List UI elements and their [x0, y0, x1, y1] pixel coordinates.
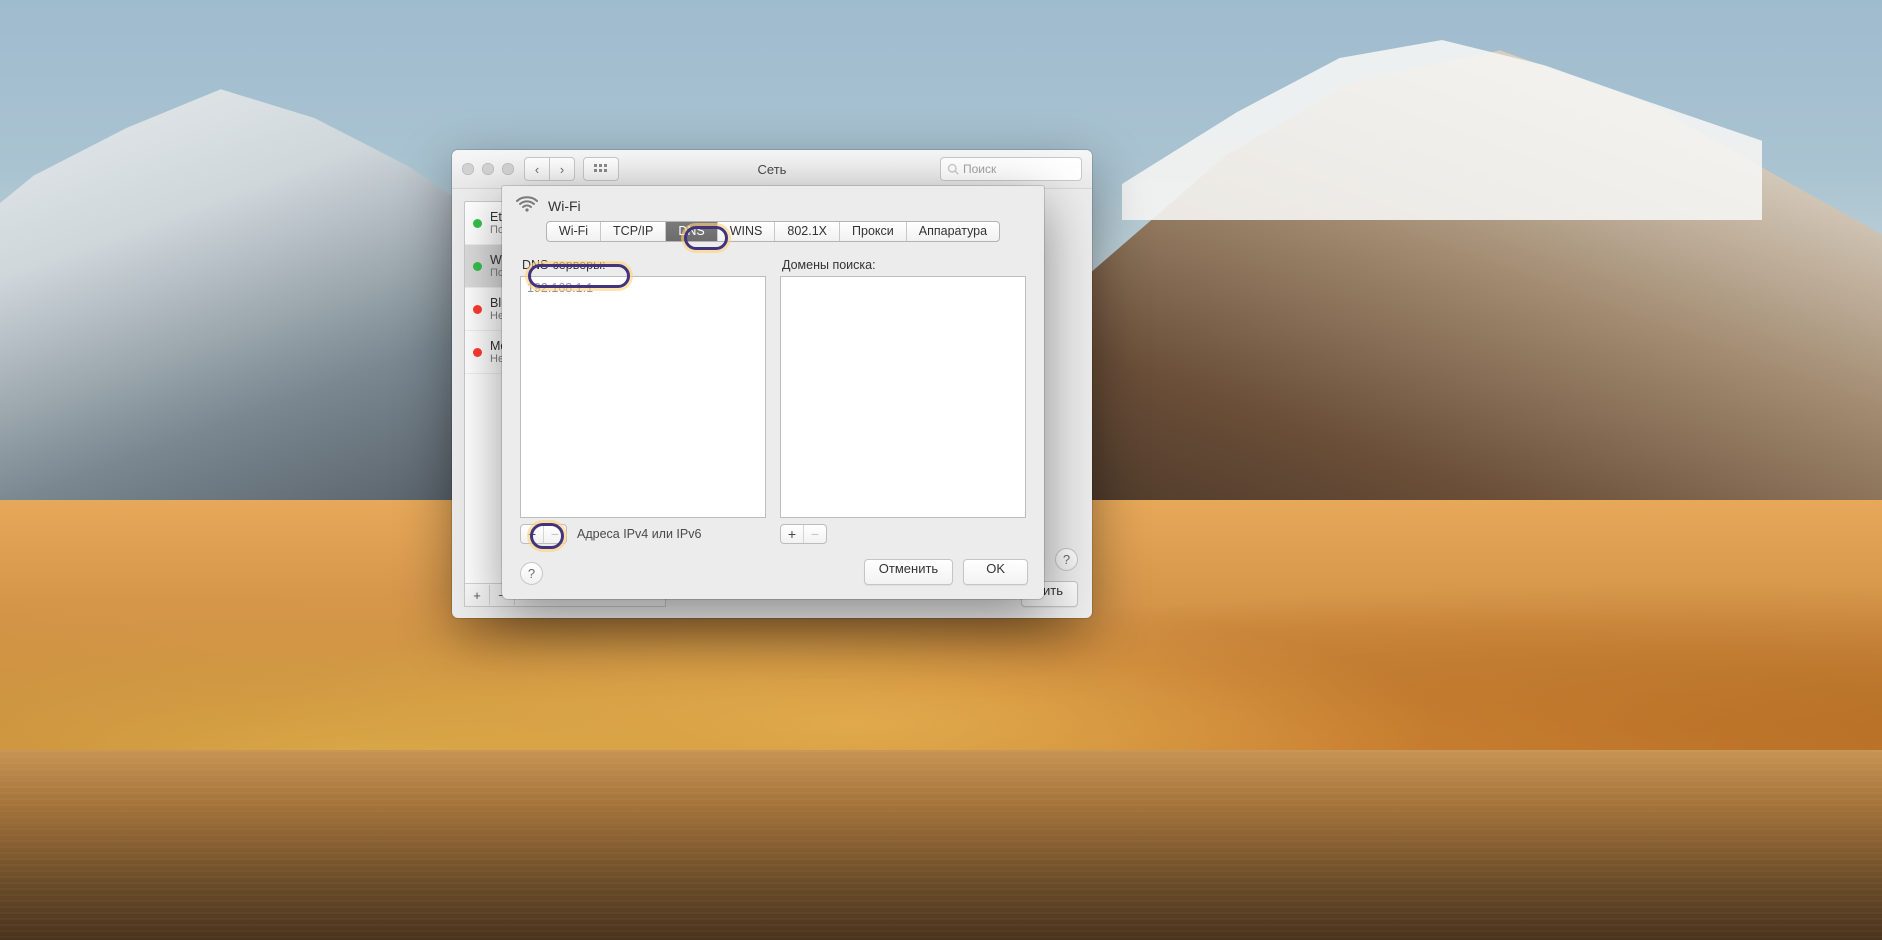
dns-servers-list[interactable]: 192.168.1.1 — [520, 276, 766, 518]
wifi-advanced-sheet: Wi-Fi Wi-FiTCP/IPDNSWINS802.1XПроксиАппа… — [502, 186, 1044, 599]
traffic-lights — [462, 163, 514, 175]
wifi-icon — [516, 196, 538, 215]
status-dot — [473, 348, 482, 357]
search-domains-list[interactable] — [780, 276, 1026, 518]
search-input[interactable]: Поиск — [940, 157, 1082, 181]
dns-servers-label: DNS-серверы: — [522, 258, 766, 272]
tab-[interactable]: Аппаратура — [907, 222, 999, 241]
cancel-button[interactable]: Отменить — [864, 559, 953, 585]
nav-back-forward: ‹ › — [524, 157, 575, 181]
tab-tcpip[interactable]: TCP/IP — [601, 222, 666, 241]
forward-button[interactable]: › — [550, 157, 575, 181]
domain-remove-button[interactable]: − — [803, 525, 826, 543]
close-button[interactable] — [462, 163, 474, 175]
dns-hint: Адреса IPv4 или IPv6 — [577, 527, 701, 541]
domain-add-button[interactable]: + — [781, 525, 803, 543]
dns-add-button[interactable]: + — [521, 525, 543, 543]
back-button[interactable]: ‹ — [524, 157, 550, 181]
wallpaper-lake — [0, 750, 1882, 940]
search-placeholder: Поиск — [963, 162, 996, 176]
domains-add-remove: + − — [780, 524, 827, 544]
sheet-title: Wi-Fi — [548, 198, 581, 214]
dns-add-remove: + − — [520, 524, 567, 544]
sheet-header: Wi-Fi — [502, 186, 1044, 221]
tab-8021x[interactable]: 802.1X — [775, 222, 840, 241]
status-dot — [473, 305, 482, 314]
sheet-help-button[interactable]: ? — [520, 562, 543, 585]
dns-remove-button[interactable]: − — [543, 525, 566, 543]
status-dot — [473, 219, 482, 228]
search-domains-label: Домены поиска: — [782, 258, 1026, 272]
desktop-wallpaper: ‹ › Сеть Поиск — [0, 0, 1882, 940]
minimize-button[interactable] — [482, 163, 494, 175]
tab-wifi[interactable]: Wi-Fi — [547, 222, 601, 241]
add-service-button[interactable]: + — [465, 585, 490, 605]
tab-dns[interactable]: DNS — [666, 222, 717, 241]
status-dot — [473, 262, 482, 271]
search-icon — [947, 163, 959, 175]
window-titlebar[interactable]: ‹ › Сеть Поиск — [452, 150, 1092, 189]
show-all-button[interactable] — [583, 157, 619, 181]
wallpaper-snowcap — [1122, 40, 1762, 220]
tab-wins[interactable]: WINS — [718, 222, 776, 241]
tab-[interactable]: Прокси — [840, 222, 907, 241]
grid-icon — [594, 164, 608, 174]
zoom-button[interactable] — [502, 163, 514, 175]
advanced-tabbar: Wi-FiTCP/IPDNSWINS802.1XПроксиАппаратура — [546, 221, 1000, 242]
ok-button[interactable]: OK — [963, 559, 1028, 585]
help-button[interactable]: ? — [1055, 548, 1078, 571]
dns-server-entry[interactable]: 192.168.1.1 — [527, 281, 759, 295]
